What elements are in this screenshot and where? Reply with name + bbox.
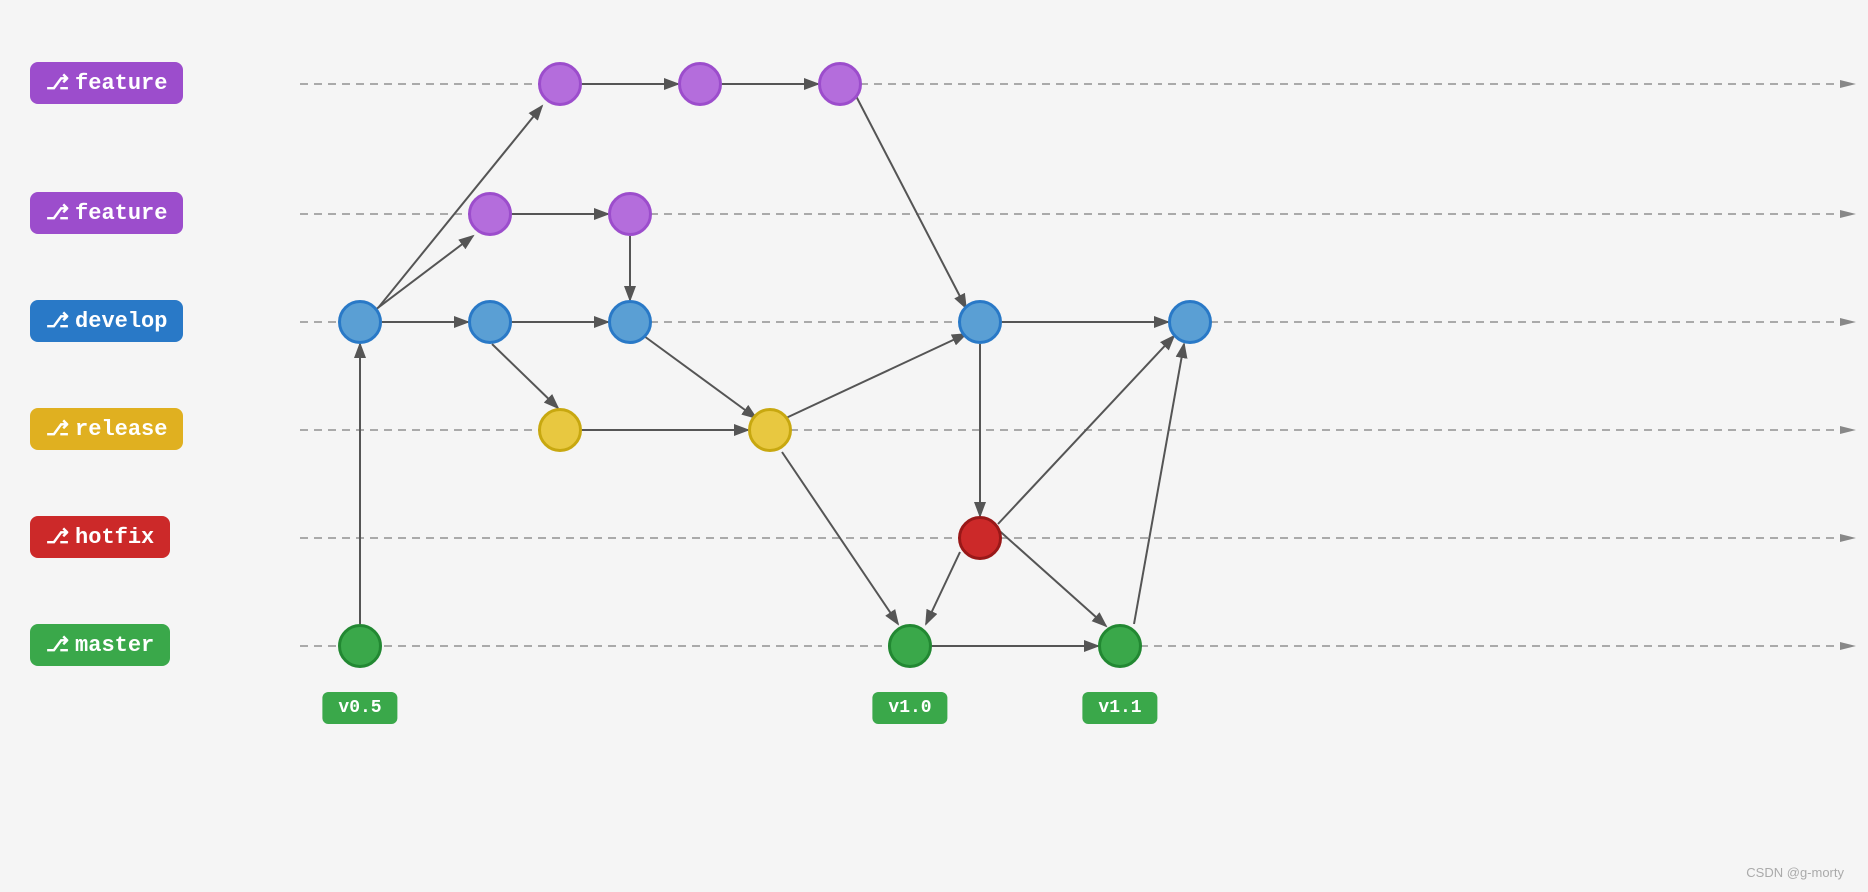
branch-label-develop: ⎇ develop [30,300,183,342]
node-develop-1 [338,300,382,344]
version-tag-v10: v1.0 [872,692,947,724]
git-icon-release: ⎇ [46,416,69,442]
branch-label-master: ⎇ master [30,624,170,666]
node-release-2 [748,408,792,452]
git-icon-feature2: ⎇ [46,200,69,226]
git-icon-hotfix: ⎇ [46,524,69,550]
node-develop-5 [1168,300,1212,344]
branch-label-feature2: ⎇ feature [30,192,183,234]
arrows-svg [0,0,1868,892]
node-feature2-1 [468,192,512,236]
branch-name-release: release [75,417,167,442]
git-icon-develop: ⎇ [46,308,69,334]
branch-name-develop: develop [75,309,167,334]
node-feature1-2 [678,62,722,106]
branch-name-feature1: feature [75,71,167,96]
branch-label-hotfix: ⎇ hotfix [30,516,170,558]
branch-name-feature2: feature [75,201,167,226]
node-develop-4 [958,300,1002,344]
node-hotfix-1 [958,516,1002,560]
git-icon-feature1: ⎇ [46,70,69,96]
diagram-container: ⎇ feature ⎇ feature ⎇ develop ⎇ release … [0,0,1868,892]
branch-name-hotfix: hotfix [75,525,154,550]
node-feature2-2 [608,192,652,236]
node-master-2 [888,624,932,668]
branch-label-release: ⎇ release [30,408,183,450]
node-master-1 [338,624,382,668]
git-icon-master: ⎇ [46,632,69,658]
version-tag-v05: v0.5 [322,692,397,724]
node-master-3 [1098,624,1142,668]
node-feature1-1 [538,62,582,106]
node-release-1 [538,408,582,452]
node-feature1-3 [818,62,862,106]
branch-name-master: master [75,633,154,658]
node-develop-2 [468,300,512,344]
watermark: CSDN @g-morty [1746,865,1844,880]
version-tag-v11: v1.1 [1082,692,1157,724]
branch-label-feature1: ⎇ feature [30,62,183,104]
node-develop-3 [608,300,652,344]
